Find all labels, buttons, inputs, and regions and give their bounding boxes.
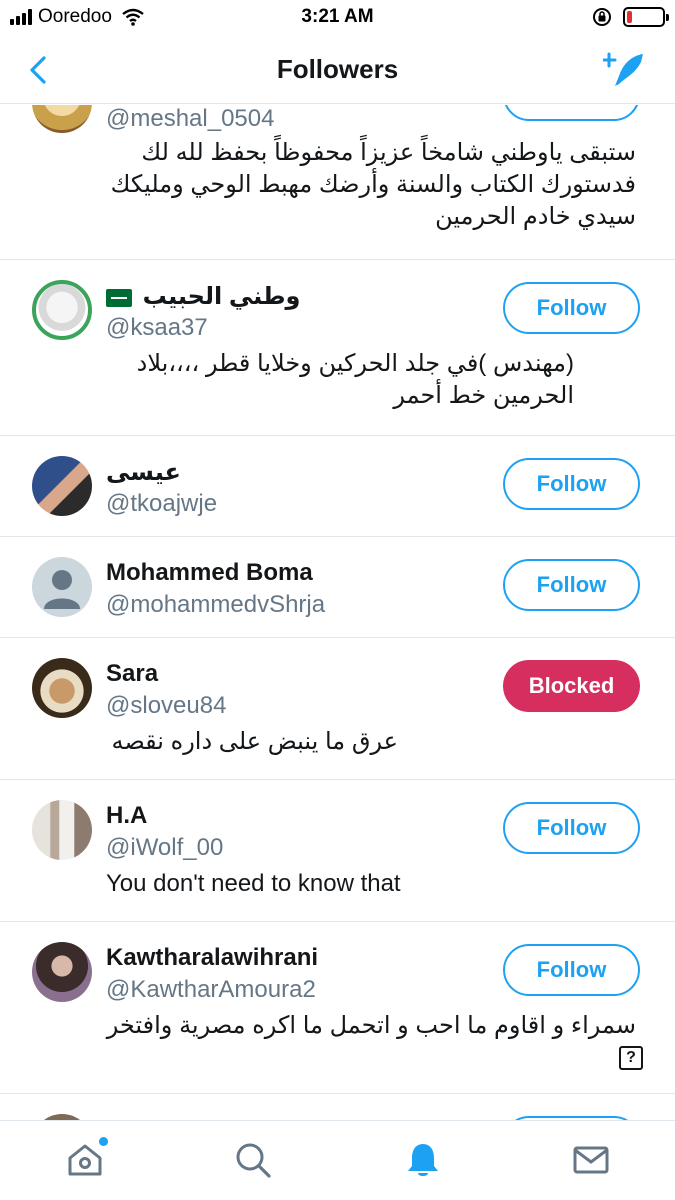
avatar (32, 942, 92, 1002)
avatar (32, 105, 92, 133)
user-name: H.A (106, 802, 148, 829)
unknown-glyph-icon: ? (619, 1046, 643, 1070)
bell-icon (408, 1144, 438, 1176)
default-avatar-icon (32, 557, 92, 617)
nav-bar: Followers (0, 36, 675, 104)
follow-button[interactable]: Follow (503, 802, 640, 854)
list-item[interactable] (0, 1094, 675, 1120)
user-handle: @KawtharAmoura2 (106, 976, 316, 1003)
notification-dot (99, 1137, 108, 1146)
tab-home[interactable] (62, 1137, 108, 1183)
follow-button[interactable]: Follow (503, 559, 640, 611)
blocked-button[interactable]: Blocked (503, 660, 640, 712)
home-icon (68, 1144, 102, 1176)
user-bio: (مهندس )في جلد الحركين وخلايا قطر ،،،،بل… (136, 350, 574, 409)
user-name: Kawtharalawihrani (106, 944, 319, 971)
user-bio: ستبقى ياوطني شامخاً عزيزاً محفوظاً بحفظ … (110, 139, 636, 230)
tab-bar (0, 1120, 675, 1200)
user-handle: @meshal_0504 (106, 105, 275, 132)
follow-button[interactable]: Follow (503, 944, 640, 996)
user-handle: @ksaa37 (106, 314, 208, 341)
user-name: Sara (106, 660, 159, 687)
user-bio: سمراء و اقاوم ما احب و اتحمل ما اكره مصر… (106, 1012, 636, 1039)
user-bio: عرق ما ينبض على داره نقصه (111, 728, 398, 755)
avatar (32, 658, 92, 718)
status-time: 3:21 AM (301, 6, 374, 27)
tab-messages[interactable] (568, 1137, 614, 1183)
battery-icon (623, 7, 669, 27)
user-name: عيسى (106, 459, 181, 486)
avatar (32, 280, 92, 340)
mail-icon (573, 1146, 609, 1174)
avatar (32, 800, 92, 860)
saudi-flag-icon (106, 288, 132, 307)
orientation-lock-icon (593, 8, 611, 26)
list-item[interactable]: عيسى @tkoajwje Follow (0, 436, 675, 537)
follow-button[interactable] (503, 105, 640, 121)
list-item[interactable]: Mohammed Boma @mohammedvShrja Follow (0, 537, 675, 638)
tab-notifications[interactable] (400, 1137, 446, 1183)
user-handle: @iWolf_00 (106, 834, 224, 861)
user-name: وطني الحبيب (106, 282, 300, 311)
status-right (591, 6, 669, 28)
follow-button[interactable]: Follow (503, 458, 640, 510)
followers-list: @meshal_0504 ستبقى ياوطني شامخاً عزيزاً … (0, 105, 675, 1120)
user-bio: You don't need to know that (106, 870, 401, 897)
list-item[interactable]: وطني الحبيب @ksaa37 (مهندس )في جلد الحرك… (0, 260, 675, 436)
list-item[interactable]: H.A @iWolf_00 You don't need to know tha… (0, 780, 675, 922)
avatar (32, 456, 92, 516)
user-handle: @tkoajwje (106, 490, 218, 517)
status-bar: Ooredoo 3:21 AM (0, 0, 675, 36)
battery-level (627, 11, 632, 23)
list-item[interactable]: @meshal_0504 ستبقى ياوطني شامخاً عزيزاً … (0, 105, 675, 260)
tab-search[interactable] (230, 1137, 276, 1183)
list-item[interactable]: Kawtharalawihrani @KawtharAmoura2 سمراء … (0, 922, 675, 1094)
list-item[interactable]: Sara @sloveu84 عرق ما ينبض على داره نقصه… (0, 638, 675, 780)
user-name-text: وطني الحبيب (142, 283, 301, 310)
user-handle: @mohammedvShrja (106, 591, 326, 618)
follow-button[interactable]: Follow (503, 282, 640, 334)
user-name: Mohammed Boma (106, 559, 313, 586)
user-handle: @sloveu84 (106, 692, 227, 719)
add-feather-icon[interactable] (603, 50, 647, 90)
search-icon (236, 1143, 271, 1178)
page-title: Followers (276, 54, 399, 84)
